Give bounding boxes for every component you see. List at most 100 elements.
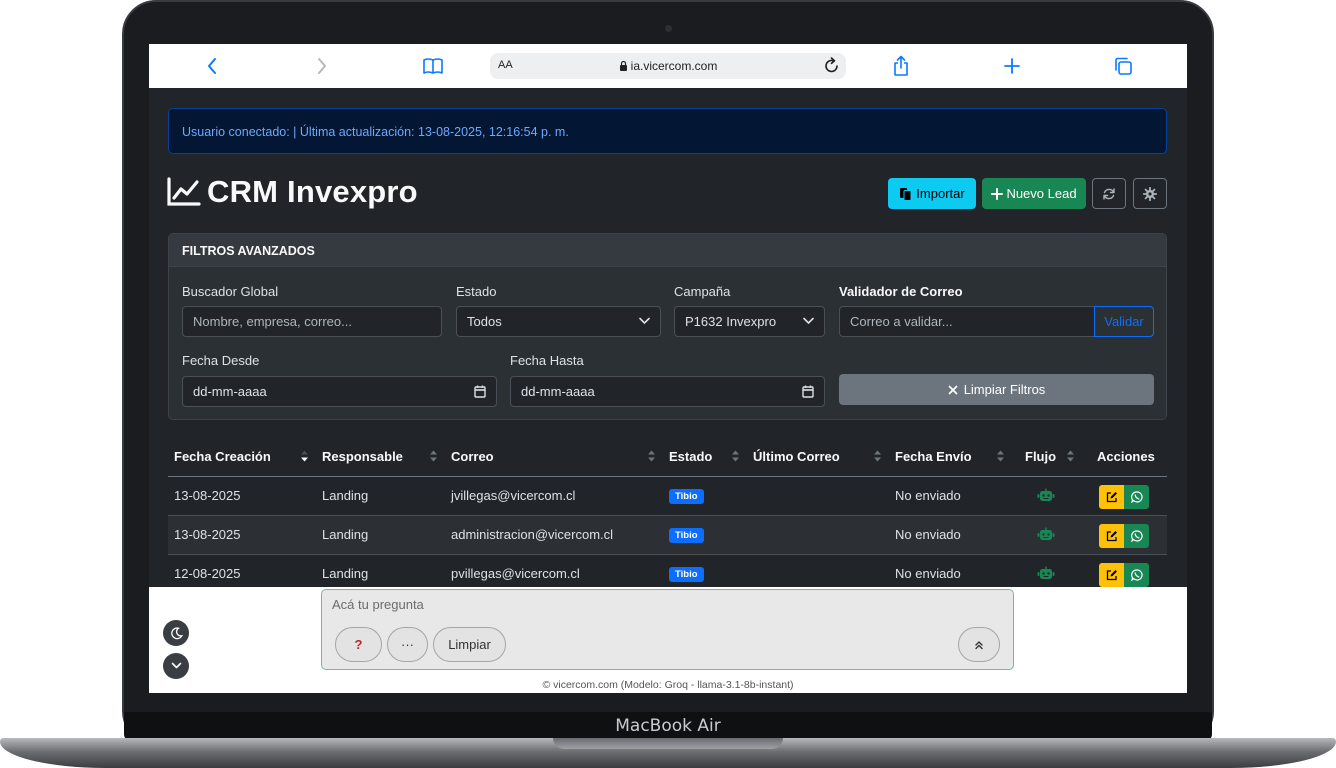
email-validator-label: Validador de Correo	[839, 284, 963, 299]
page-title: CRM Invexpro	[167, 174, 418, 210]
email-validator-input[interactable]: Correo a validar...	[839, 306, 1095, 337]
lid-notch	[553, 738, 783, 749]
calendar-icon[interactable]	[474, 385, 486, 398]
refresh-button[interactable]	[1092, 178, 1126, 209]
chat-input-box[interactable]: Acá tu pregunta ? ··· Limpiar	[321, 589, 1014, 670]
url-text: ia.vicercom.com	[490, 59, 846, 73]
robot-icon[interactable]	[1037, 527, 1055, 542]
sort-icon[interactable]	[996, 450, 1005, 462]
address-bar[interactable]: AA ia.vicercom.com	[490, 53, 846, 79]
reload-icon[interactable]	[824, 57, 840, 80]
cell-owner: Landing	[322, 527, 369, 542]
import-button[interactable]: Importar	[888, 178, 976, 209]
validate-email-button[interactable]: Validar	[1094, 306, 1154, 337]
cell-sent: No enviado	[895, 566, 961, 581]
global-search-label: Buscador Global	[182, 284, 279, 299]
cell-email: administracion@vicercom.cl	[451, 527, 614, 542]
cell-sent: No enviado	[895, 527, 961, 542]
column-header-actions: Acciones	[1097, 449, 1155, 464]
bookmarks-icon[interactable]	[421, 54, 445, 78]
settings-button[interactable]	[1133, 178, 1167, 209]
whatsapp-icon	[1130, 491, 1143, 503]
campaign-select[interactable]: P1632 Invexpro	[674, 306, 825, 337]
back-icon[interactable]	[200, 54, 224, 78]
new-lead-button[interactable]: Nuevo Lead	[982, 178, 1086, 209]
date-from-input[interactable]: dd-mm-aaaa	[182, 376, 497, 407]
column-header-flow[interactable]: Flujo	[1025, 449, 1056, 464]
edit-icon	[1106, 492, 1117, 503]
webcam	[665, 25, 672, 32]
sort-icon[interactable]	[873, 450, 882, 462]
chevrons-up-icon	[975, 640, 983, 649]
whatsapp-button[interactable]	[1124, 524, 1149, 548]
chat-clear-button[interactable]: Limpiar	[433, 627, 506, 662]
email-validator-placeholder: Correo a validar...	[850, 314, 953, 329]
line-chart-icon	[167, 177, 201, 206]
cell-owner: Landing	[322, 566, 369, 581]
whatsapp-button[interactable]	[1124, 563, 1149, 587]
chevron-down-icon	[171, 662, 181, 669]
date-to-input[interactable]: dd-mm-aaaa	[510, 376, 825, 407]
table-row[interactable]: 13-08-2025 Landing jvillegas@vicercom.cl…	[168, 477, 1167, 515]
campaign-select-value: P1632 Invexpro	[685, 314, 777, 329]
whatsapp-button[interactable]	[1124, 485, 1149, 509]
cell-email: jvillegas@vicercom.cl	[451, 488, 576, 503]
expand-chat-button[interactable]	[958, 627, 1000, 662]
app-title: CRM Invexpro	[207, 174, 418, 209]
new-lead-label: Nuevo Lead	[1006, 186, 1077, 201]
date-to-placeholder: dd-mm-aaaa	[521, 384, 595, 399]
theme-toggle-button[interactable]	[163, 620, 189, 646]
column-header-created[interactable]: Fecha Creación	[174, 449, 271, 464]
robot-icon[interactable]	[1037, 566, 1055, 581]
url: ia.vicercom.com	[630, 59, 718, 73]
tabs-icon[interactable]	[1111, 54, 1135, 78]
column-header-email[interactable]: Correo	[451, 449, 494, 464]
screen: AA ia.vicercom.com Usuario conectado: | …	[149, 44, 1187, 693]
edit-button[interactable]	[1099, 563, 1124, 587]
chat-footer: © vicercom.com (Modelo: Groq - llama-3.1…	[542, 679, 794, 691]
global-search-input[interactable]: Nombre, empresa, correo...	[182, 306, 442, 337]
gear-icon	[1143, 186, 1157, 201]
clear-filters-button[interactable]: Limpiar Filtros	[839, 374, 1154, 405]
column-header-last-email[interactable]: Último Correo	[753, 449, 840, 464]
global-search-placeholder: Nombre, empresa, correo...	[193, 314, 352, 329]
status-badge: Tibio	[669, 567, 704, 582]
browser-toolbar: AA ia.vicercom.com	[149, 44, 1187, 88]
date-to-label: Fecha Hasta	[510, 353, 584, 368]
cell-sent: No enviado	[895, 488, 961, 503]
column-header-status[interactable]: Estado	[669, 449, 712, 464]
filters-heading: FILTROS AVANZADOS	[182, 244, 315, 258]
column-header-owner[interactable]: Responsable	[322, 449, 403, 464]
edit-icon	[1106, 531, 1117, 542]
device-label: MacBook Air	[615, 716, 721, 736]
status-select[interactable]: Todos	[456, 306, 661, 337]
scroll-down-button[interactable]	[163, 653, 189, 679]
edit-button[interactable]	[1099, 485, 1124, 509]
table-row[interactable]: 13-08-2025 Landing administracion@vicerc…	[168, 516, 1167, 554]
sort-desc-icon[interactable]	[300, 450, 309, 462]
cell-email: pvillegas@vicercom.cl	[451, 566, 580, 581]
new-tab-icon[interactable]	[1000, 54, 1024, 78]
edit-icon	[1106, 570, 1117, 581]
more-button[interactable]: ···	[387, 627, 428, 662]
help-button[interactable]: ?	[335, 627, 382, 662]
robot-icon[interactable]	[1037, 488, 1055, 503]
share-icon[interactable]	[889, 54, 913, 78]
status-alert-text: Usuario conectado: | Última actualizació…	[182, 125, 569, 139]
edit-button[interactable]	[1099, 524, 1124, 548]
clear-filters-label: Limpiar Filtros	[963, 382, 1046, 397]
sort-icon[interactable]	[429, 450, 438, 462]
sort-icon[interactable]	[1066, 450, 1075, 462]
cell-owner: Landing	[322, 488, 369, 503]
forward-icon[interactable]	[310, 54, 334, 78]
column-header-sent-date[interactable]: Fecha Envío	[895, 449, 972, 464]
status-select-value: Todos	[467, 314, 502, 329]
plus-icon	[991, 187, 1004, 200]
status-alert: Usuario conectado: | Última actualizació…	[168, 108, 1167, 154]
filters-header: FILTROS AVANZADOS	[169, 234, 1166, 267]
sort-icon[interactable]	[647, 450, 656, 462]
sort-icon[interactable]	[731, 450, 740, 462]
cell-created: 13-08-2025	[174, 488, 241, 503]
status-badge: Tibio	[669, 489, 704, 504]
calendar-icon[interactable]	[802, 385, 814, 398]
